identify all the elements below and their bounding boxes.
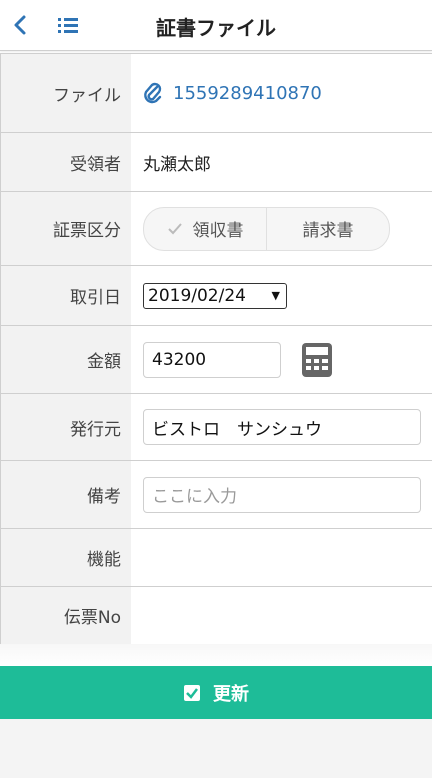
trade-date-label: 取引日 <box>0 266 131 325</box>
remarks-input[interactable]: ここに入力 <box>143 476 421 513</box>
update-button-label: 更新 <box>213 683 249 705</box>
recipient-label: 受領者 <box>0 133 131 191</box>
header-bar: 証書ファイル <box>0 0 432 51</box>
recipient-value: 丸瀬太郎 <box>143 154 211 175</box>
voucher-option-invoice[interactable]: 請求書 <box>267 208 389 250</box>
row-amount: 金額 43200 <box>0 326 432 394</box>
file-link[interactable]: 1559289410870 <box>143 82 322 104</box>
trade-date-select[interactable]: 2019/02/24 ▼ <box>143 282 287 309</box>
issuer-input[interactable]: ビストロ サンシュウ <box>143 409 421 445</box>
amount-label: 金額 <box>0 326 131 393</box>
voucher-option-invoice-label: 請求書 <box>302 221 354 241</box>
function-label: 機能 <box>0 529 131 586</box>
certificate-form: ファイル 1559289410870 受領者 丸瀬太郎 証票区分 領収書 請求書… <box>0 53 432 645</box>
slip-no-value <box>131 587 432 644</box>
remarks-label: 備考 <box>0 461 131 528</box>
trade-date-value: 2019/02/24 <box>148 285 246 306</box>
voucher-type-segmented: 領収書 請求書 <box>143 206 390 251</box>
function-value <box>131 529 432 586</box>
check-icon <box>167 222 182 234</box>
checkbox-icon <box>184 684 200 701</box>
voucher-option-receipt[interactable]: 領収書 <box>144 207 267 250</box>
slip-no-label: 伝票No <box>0 587 131 644</box>
page-title: 証書ファイル <box>156 16 276 40</box>
issuer-label: 発行元 <box>0 394 131 460</box>
row-trade-date: 取引日 2019/02/24 ▼ <box>0 266 432 326</box>
row-voucher-type: 証票区分 領収書 請求書 <box>0 192 432 266</box>
dropdown-arrow-icon: ▼ <box>271 288 280 302</box>
calculator-icon[interactable] <box>301 342 333 378</box>
row-function: 機能 <box>0 529 432 587</box>
row-recipient: 受領者 丸瀬太郎 <box>0 133 432 192</box>
row-file: ファイル 1559289410870 <box>0 54 432 133</box>
divider-gap <box>0 644 432 666</box>
row-remarks: 備考 ここに入力 <box>0 461 432 529</box>
paperclip-icon <box>144 82 162 104</box>
amount-input[interactable]: 43200 <box>143 341 281 378</box>
file-name: 1559289410870 <box>173 82 322 104</box>
voucher-option-receipt-label: 領収書 <box>192 221 244 241</box>
row-slip-no: 伝票No <box>0 587 432 645</box>
voucher-type-label: 証票区分 <box>0 192 131 265</box>
file-label: ファイル <box>0 54 131 132</box>
footer-area <box>0 719 432 778</box>
update-button[interactable]: 更新 <box>0 666 432 719</box>
row-issuer: 発行元 ビストロ サンシュウ <box>0 394 432 461</box>
